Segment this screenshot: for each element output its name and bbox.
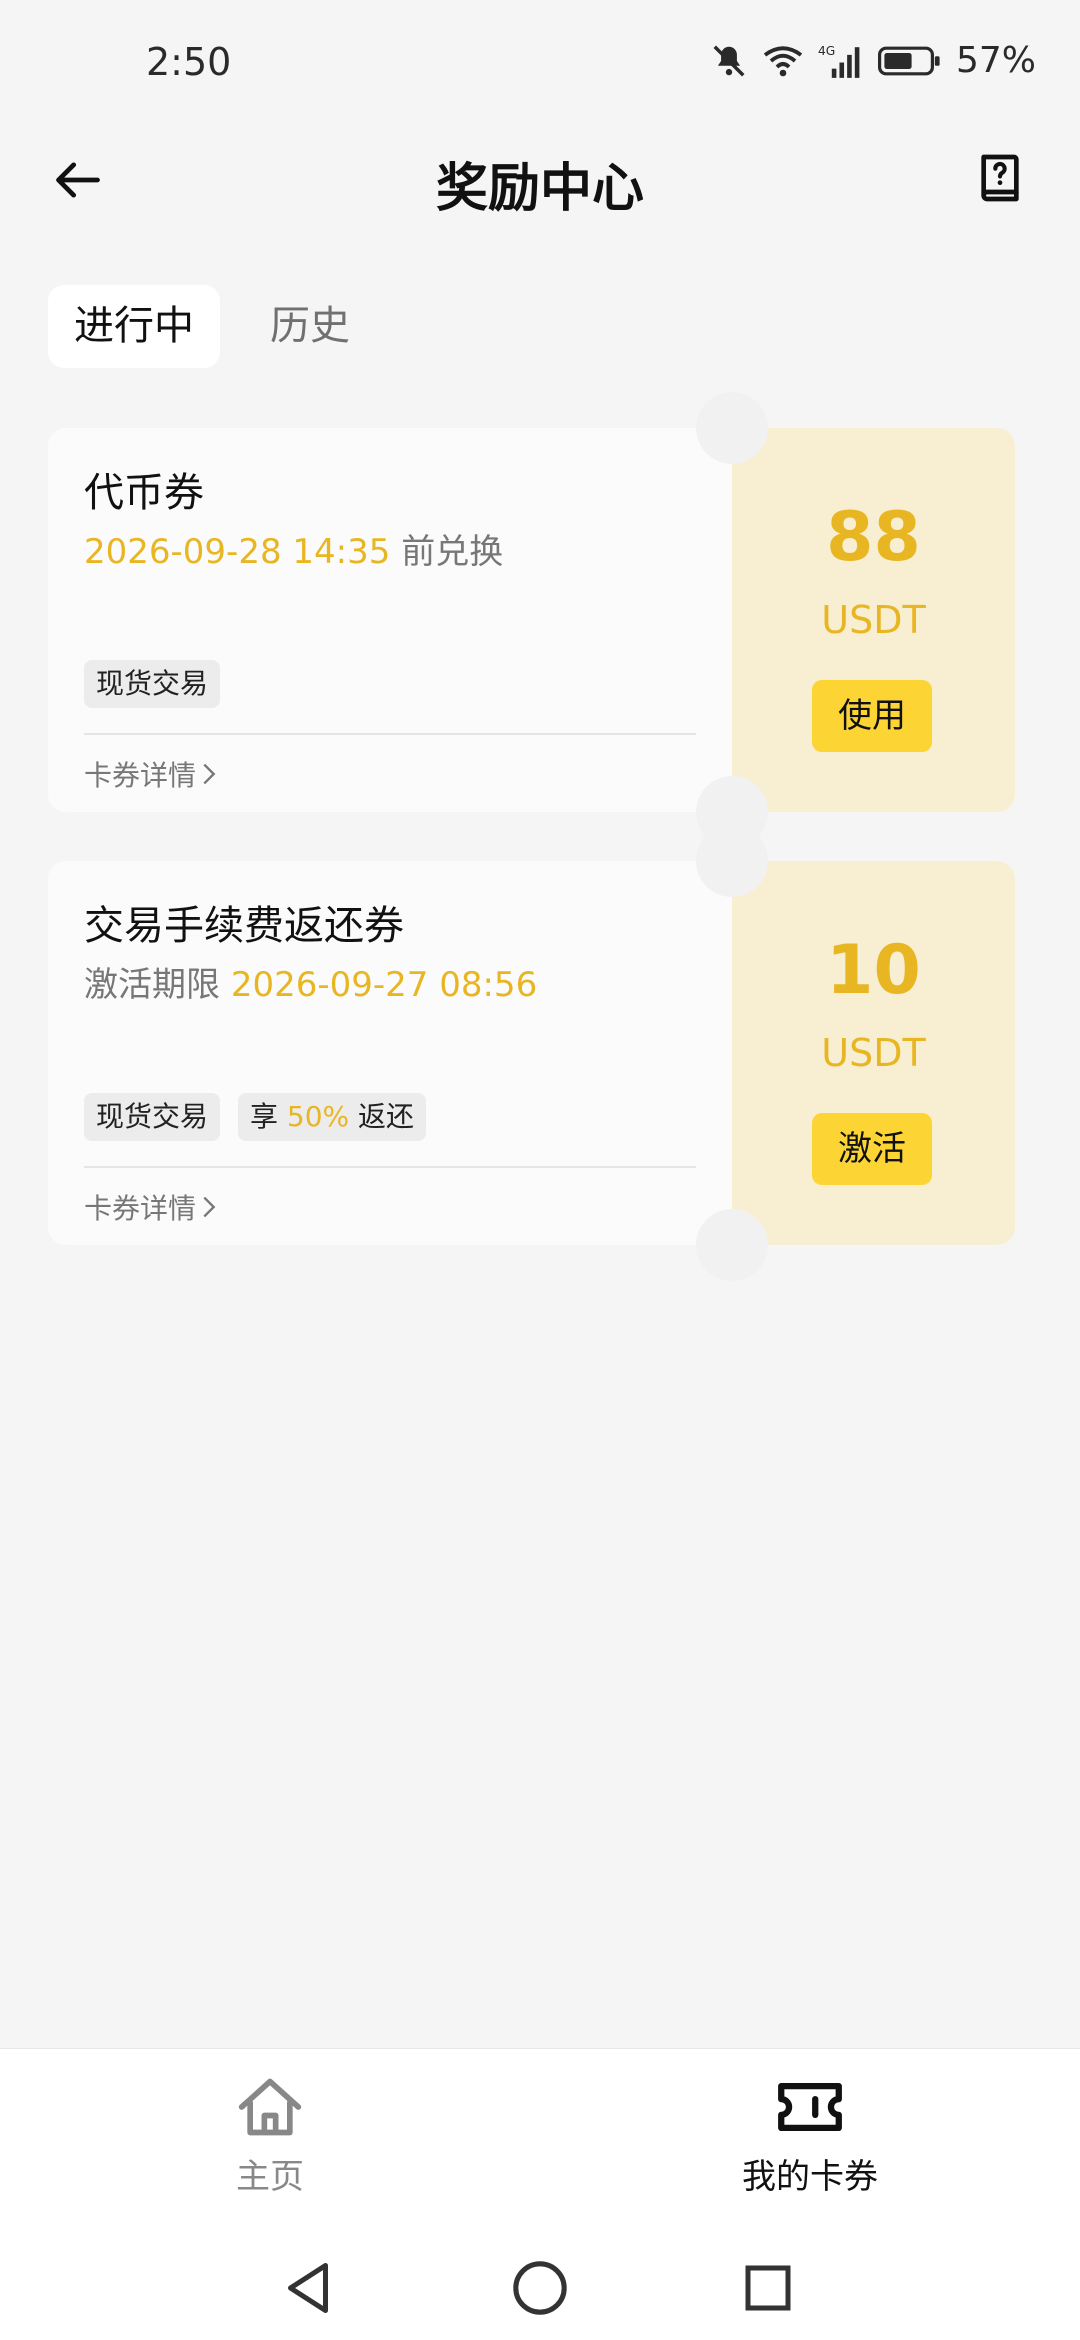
system-home-button[interactable] (510, 2258, 570, 2318)
tab-bar: 进行中 历史 (48, 285, 376, 368)
coupon-title: 代币券 (84, 470, 204, 516)
triangle-back-icon (288, 2263, 328, 2313)
coupon-details-link[interactable]: 卡券详情 (84, 1187, 216, 1227)
header: 奖励中心 (0, 130, 1080, 230)
battery-percent: 57% (955, 40, 1036, 81)
wifi-icon (762, 43, 804, 79)
coupon-deadline-prefix: 激活期限 (84, 965, 231, 1005)
coupon-activation-deadline: 激活期限 2026-09-27 08:56 (84, 957, 537, 1006)
tab-history[interactable]: 历史 (244, 285, 376, 368)
divider (84, 733, 696, 735)
square-recents-icon (745, 2265, 791, 2311)
coupon-details-link[interactable]: 卡券详情 (84, 754, 216, 794)
help-book-icon (981, 154, 1019, 202)
ticket-notch (696, 392, 768, 464)
rebate-suffix: 返还 (349, 1100, 415, 1133)
chevron-right-icon (203, 763, 216, 785)
divider (84, 1166, 696, 1168)
circle-home-icon (513, 2261, 567, 2315)
nav-home[interactable]: 主页 (170, 2071, 370, 2198)
coupon-expiry: 2026-09-28 14:35 前兑换 (84, 524, 503, 573)
bottom-nav: 主页 我的卡券 (0, 2048, 1080, 2238)
system-back-button[interactable] (278, 2258, 338, 2318)
coupon-tag: 现货交易 (84, 1093, 221, 1141)
tab-in-progress[interactable]: 进行中 (48, 285, 220, 368)
coupon-amount: 10 (826, 931, 921, 1010)
coupon-info: 代币券 2026-09-28 14:35 前兑换 现货交易 卡券详情 (48, 428, 732, 812)
status-icons: 4G 57% (710, 40, 1036, 81)
ticket-notch (696, 825, 768, 897)
coupon-title: 交易手续费返还券 (84, 903, 404, 949)
coupon-card: 交易手续费返还券 激活期限 2026-09-27 08:56 现货交易 享 50… (48, 825, 1015, 1281)
nav-my-coupons[interactable]: 我的卡券 (710, 2071, 910, 2198)
page-title: 奖励中心 (435, 159, 644, 219)
rebate-prefix: 享 (250, 1100, 287, 1133)
reward-center-screen: 2:50 4G 57% 奖励中心 进行中 历史 代币券 2026-09-28 1… (0, 0, 1080, 2340)
ticket-notch (696, 1209, 768, 1281)
coupon-amount: 88 (826, 498, 921, 577)
nav-my-coupons-label: 我的卡券 (742, 2157, 878, 2197)
chevron-right-icon (203, 1196, 216, 1218)
battery-icon (877, 44, 942, 78)
coupon-expiry-suffix: 前兑换 (390, 532, 504, 572)
activate-button[interactable]: 激活 (812, 1113, 932, 1185)
coupon-unit: USDT (821, 598, 926, 642)
coupon-card: 代币券 2026-09-28 14:35 前兑换 现货交易 卡券详情 88 US… (48, 392, 1015, 848)
nav-home-label: 主页 (236, 2157, 304, 2197)
rebate-percent: 50% (286, 1100, 350, 1133)
home-icon (238, 2078, 302, 2136)
coupon-value-panel: 88 USDT 使用 (732, 428, 1015, 812)
coupon-unit: USDT (821, 1031, 926, 1075)
coupon-deadline-date: 2026-09-27 08:56 (230, 965, 538, 1005)
coupon-details-label: 卡券详情 (84, 1192, 197, 1225)
coupon-value-panel: 10 USDT 激活 (732, 861, 1015, 1245)
coupon-expiry-date: 2026-09-28 14:35 (84, 532, 391, 572)
coupon-info: 交易手续费返还券 激活期限 2026-09-27 08:56 现货交易 享 50… (48, 861, 732, 1245)
cellular-signal-icon: 4G (818, 42, 864, 80)
system-nav-bar (0, 2238, 1080, 2340)
help-button[interactable] (968, 146, 1032, 210)
coupon-tags: 现货交易 (84, 660, 221, 708)
ticket-icon (778, 2082, 842, 2132)
coupon-rebate-tag: 享 50% 返还 (238, 1093, 427, 1141)
use-button[interactable]: 使用 (812, 680, 932, 752)
system-recents-button[interactable] (738, 2258, 798, 2318)
coupon-tags: 现货交易 享 50% 返还 (84, 1093, 427, 1141)
coupon-details-label: 卡券详情 (84, 759, 197, 792)
status-time: 2:50 (146, 40, 232, 84)
bell-muted-icon (710, 42, 748, 80)
coupon-tag: 现货交易 (84, 660, 221, 708)
status-bar: 2:50 4G 57% (0, 0, 1080, 130)
network-type-label: 4G (818, 43, 835, 57)
